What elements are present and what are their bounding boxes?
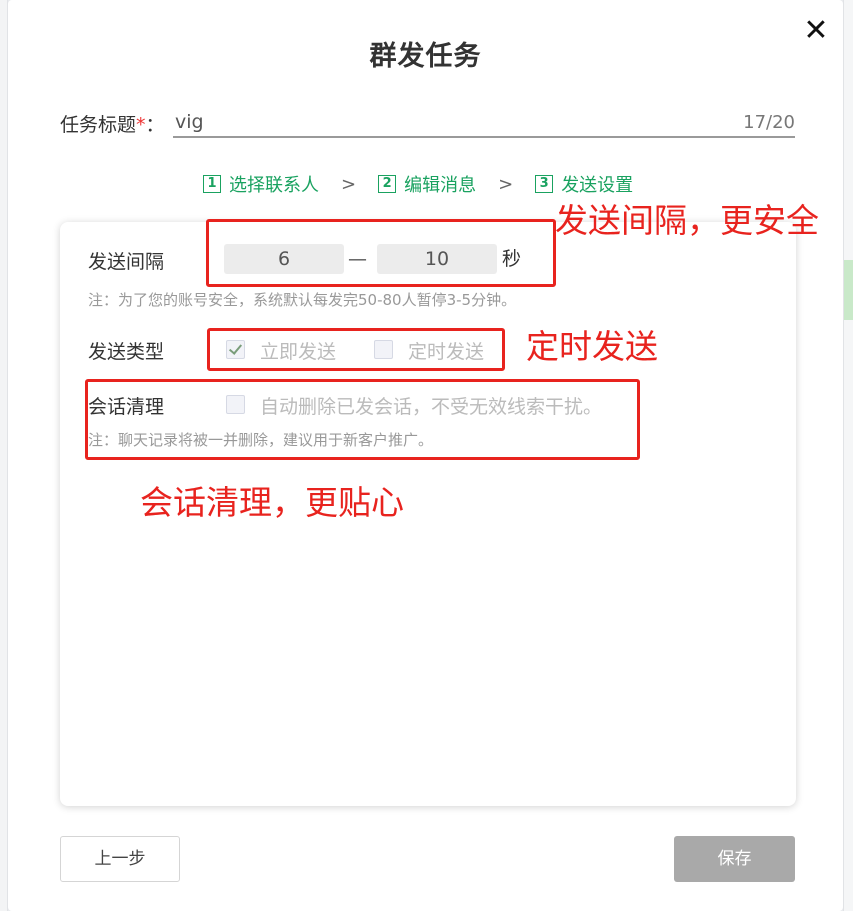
annotation-scheduled-text: 定时发送 xyxy=(526,327,658,366)
step-label: 发送设置 xyxy=(561,175,634,196)
interval-label: 发送间隔 xyxy=(88,251,165,273)
save-button[interactable]: 保存 xyxy=(674,836,795,882)
chevron-right-icon: > xyxy=(341,173,357,195)
step-send-settings[interactable]: 3 发送设置 xyxy=(535,171,633,197)
background-app-left-edge xyxy=(0,0,8,911)
mass-send-task-dialog: 群发任务 ✕ 任务标题*： 17/20 1 选择联系人 > 2 编辑消息 > 3… xyxy=(8,0,843,911)
annotation-interval-text: 发送间隔，更安全 xyxy=(555,201,819,240)
task-title-label-text: 任务标题 xyxy=(60,114,137,136)
annotation-box-scheduled xyxy=(207,328,505,371)
close-icon[interactable]: ✕ xyxy=(803,16,829,46)
step-number-2: 2 xyxy=(378,175,397,193)
background-app-right-edge xyxy=(843,0,853,911)
background-green-strip xyxy=(844,260,853,320)
step-label: 编辑消息 xyxy=(404,175,477,196)
annotation-cleanup-text: 会话清理，更贴心 xyxy=(140,483,404,522)
send-type-label: 发送类型 xyxy=(88,341,165,363)
task-title-colon: ： xyxy=(145,114,165,136)
annotation-box-interval xyxy=(206,219,556,287)
previous-step-button[interactable]: 上一步 xyxy=(60,836,180,882)
task-title-row: 任务标题*： 17/20 xyxy=(60,108,800,140)
task-title-label: 任务标题*： xyxy=(60,110,165,137)
dialog-title: 群发任务 xyxy=(369,41,482,72)
step-edit-message[interactable]: 2 编辑消息 xyxy=(378,171,476,197)
step-select-contacts[interactable]: 1 选择联系人 xyxy=(203,171,319,197)
task-title-counter: 17/20 xyxy=(743,112,795,133)
interval-note: 注：为了您的账号安全，系统默认每发完50-80人暂停3-5分钟。 xyxy=(88,291,517,309)
annotation-box-cleanup xyxy=(85,379,640,460)
step-number-3: 3 xyxy=(535,175,554,193)
chevron-right-icon: > xyxy=(498,173,514,195)
step-number-1: 1 xyxy=(203,175,221,193)
step-indicator: 1 选择联系人 > 2 编辑消息 > 3 发送设置 xyxy=(203,170,633,198)
required-mark: * xyxy=(136,114,146,136)
task-title-input[interactable] xyxy=(173,108,795,138)
step-label: 选择联系人 xyxy=(229,175,319,196)
